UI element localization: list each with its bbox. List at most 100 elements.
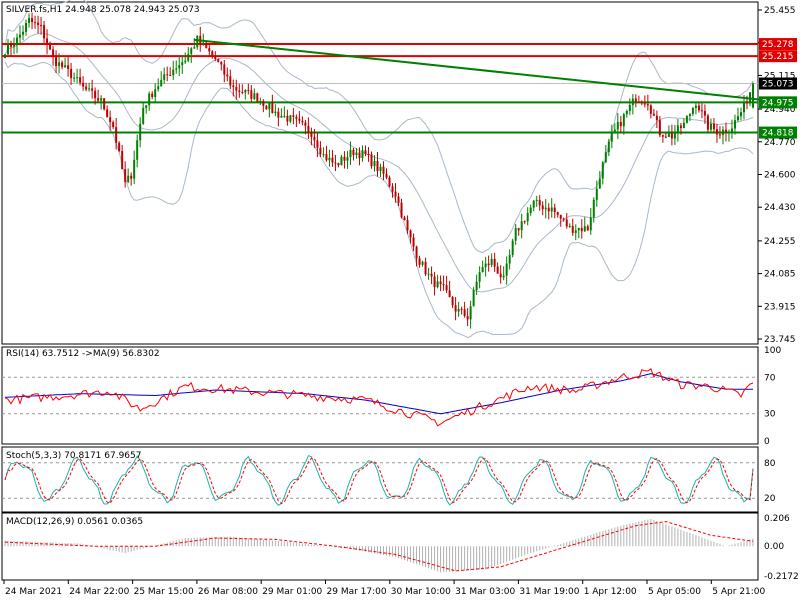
candle-body [169, 74, 172, 76]
candle-body [688, 113, 691, 117]
candle-body [601, 162, 604, 179]
candle-body [661, 135, 664, 137]
candle-body [697, 105, 700, 111]
candle-body [160, 79, 163, 87]
rsi-tick-label: 0 [764, 437, 770, 447]
candle-body [532, 200, 535, 208]
candle-body [745, 102, 748, 104]
candle-body [655, 115, 658, 121]
candle-body [520, 221, 523, 231]
candle-body [412, 237, 415, 247]
candle-body [718, 134, 721, 136]
candle-body [343, 156, 346, 161]
x-tick-label: 5 Apr 21:00 [712, 587, 765, 597]
y-tick-label: 25.455 [764, 6, 796, 16]
candle-body [586, 226, 589, 231]
candle-body [166, 74, 169, 76]
candle-body [310, 132, 313, 137]
y-tick-label: 24.770 [764, 138, 796, 148]
candle-body [670, 133, 673, 139]
candle-body [430, 273, 433, 277]
stoch-tick-label: 20 [764, 494, 776, 504]
candle-body [142, 107, 145, 124]
candle-body [79, 77, 82, 83]
candle-body [535, 200, 538, 202]
candle-body [235, 87, 238, 91]
rsi-header: RSI(14) 63.7512 ->MA(9) 56.8302 [6, 349, 160, 359]
candle-body [538, 200, 541, 206]
candle-body [556, 212, 559, 215]
candle-body [172, 69, 175, 76]
y-tick-label: 24.255 [764, 237, 796, 247]
candle-body [70, 68, 73, 79]
candle-body [214, 55, 217, 60]
candle-body [742, 102, 745, 113]
y-tick-label: 23.745 [764, 335, 796, 345]
candle-body [547, 207, 550, 212]
candle-body [40, 25, 43, 27]
candle-body [208, 48, 211, 52]
candle-body [658, 120, 661, 136]
candle-body [307, 125, 310, 133]
candle-body [460, 308, 463, 310]
candle-body [415, 246, 418, 259]
candle-body [43, 25, 46, 39]
candle-body [679, 125, 682, 129]
candle-body [85, 86, 88, 90]
candle-body [103, 98, 106, 110]
candle-body [397, 196, 400, 203]
candle-body [265, 106, 268, 110]
candle-body [16, 37, 19, 46]
candle-body [295, 116, 298, 119]
candle-body [625, 110, 628, 115]
candle-body [301, 120, 304, 123]
candle-body [226, 74, 229, 77]
candle-body [649, 105, 652, 114]
candle-body [559, 214, 562, 219]
candle-body [175, 68, 178, 70]
candle-body [112, 122, 115, 128]
x-tick-label: 24 Mar 2021 [5, 587, 62, 597]
candle-body [439, 281, 442, 285]
candle-body [406, 220, 409, 231]
candle-body [193, 47, 196, 49]
candle-body [673, 133, 676, 139]
rsi-tick-label: 70 [764, 373, 776, 383]
candle-body [682, 122, 685, 129]
x-tick-label: 31 Mar 03:00 [455, 587, 515, 597]
candle-body [457, 308, 460, 312]
candle-body [259, 101, 262, 103]
candle-body [289, 115, 292, 122]
candle-body [562, 218, 565, 220]
candle-body [298, 118, 301, 121]
candle-body [730, 128, 733, 132]
candle-body [529, 207, 532, 214]
candle-body [271, 103, 274, 114]
candle-body [454, 305, 457, 312]
candle-body [352, 149, 355, 156]
candle-body [19, 34, 22, 38]
candle-body [613, 129, 616, 133]
candle-body [508, 254, 511, 264]
candle-body [700, 110, 703, 112]
candle-body [106, 109, 109, 118]
candle-body [241, 91, 244, 93]
candle-body [313, 136, 316, 141]
candle-body [643, 103, 646, 105]
candle-body [25, 22, 28, 32]
candle-body [325, 154, 328, 161]
price-box-label: 25.073 [762, 79, 794, 89]
candle-body [163, 74, 166, 80]
candle-body [550, 207, 553, 212]
y-tick-label: 24.600 [764, 171, 796, 181]
candle-body [34, 22, 37, 24]
chart-canvas[interactable]: SILVER.fs,H1 24.948 25.078 24.943 25.073… [0, 0, 800, 600]
macd-header: MACD(12,26,9) 0.0561 0.0365 [6, 517, 143, 527]
candle-body [274, 111, 277, 114]
candle-body [124, 169, 127, 182]
stoch-axis: 80 20 [764, 459, 776, 504]
candle-body [496, 266, 499, 274]
candle-body [136, 140, 139, 160]
candle-body [715, 129, 718, 135]
x-tick-label: 26 Mar 08:00 [198, 587, 258, 597]
